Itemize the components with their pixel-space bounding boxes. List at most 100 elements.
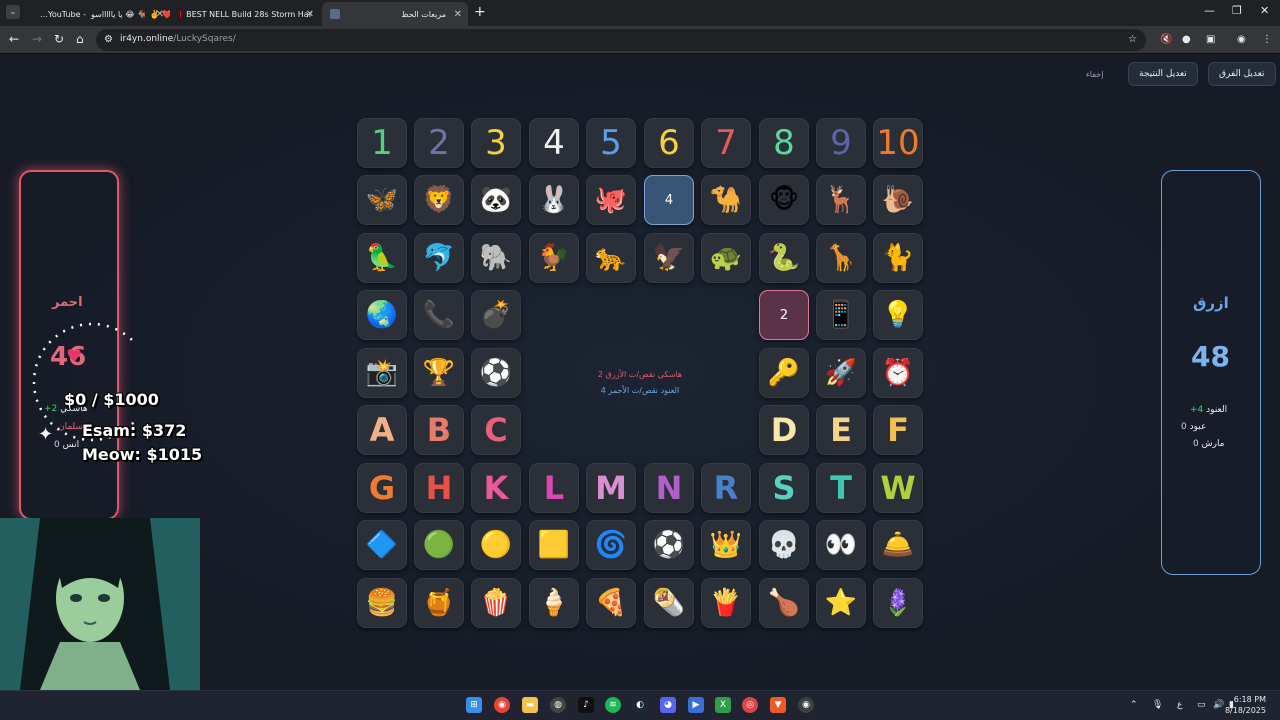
square-number-1[interactable]: 1 [357, 118, 407, 168]
square-emoji[interactable]: 🐢 [701, 233, 751, 283]
square-letter-G[interactable]: G [357, 463, 407, 513]
square-logo[interactable]: 🌀 [586, 520, 636, 570]
square-emoji[interactable]: 🐍 [759, 233, 809, 283]
menu-icon[interactable]: ⋮ [1262, 34, 1272, 45]
app-icon[interactable]: ▶ [688, 697, 704, 713]
square-logo[interactable]: 👀 [816, 520, 866, 570]
square-emoji[interactable]: 💣 [471, 290, 521, 340]
square-emoji[interactable]: 🐈 [873, 233, 923, 283]
square-emoji[interactable]: 📱 [816, 290, 866, 340]
square-letter-R[interactable]: R [701, 463, 751, 513]
square-number-3[interactable]: 3 [471, 118, 521, 168]
square-logo[interactable]: ⚽ [644, 520, 694, 570]
edit-score-button[interactable]: تعديل النتيجة [1128, 62, 1198, 86]
close-window-icon[interactable]: ✕ [1260, 4, 1269, 17]
square-emoji[interactable]: 🐘 [471, 233, 521, 283]
tab-youtube-2[interactable]: BEST NELL Build 28s Storm Har ✕ [172, 2, 320, 26]
home-icon[interactable]: ⌂ [76, 32, 84, 46]
square-letter-T[interactable]: T [816, 463, 866, 513]
square-letter-H[interactable]: H [414, 463, 464, 513]
square-emoji[interactable]: 🐼 [471, 175, 521, 225]
windows-start-icon[interactable]: ⊞ [466, 697, 482, 713]
square-opened-red[interactable]: 2 [759, 290, 809, 340]
minimize-icon[interactable]: — [1204, 4, 1215, 17]
square-logo[interactable]: 🛎️ [873, 520, 923, 570]
chrome-active-icon[interactable]: ◉ [798, 697, 814, 713]
square-food[interactable]: 🍿 [471, 578, 521, 628]
app-red-icon[interactable]: ◎ [742, 697, 758, 713]
square-food[interactable]: 🍦 [529, 578, 579, 628]
tiktok-icon[interactable]: ♪ [578, 697, 594, 713]
reload-icon[interactable]: ↻ [54, 32, 64, 46]
file-explorer-icon[interactable]: ▬ [522, 697, 538, 713]
square-emoji[interactable]: 📸 [357, 348, 407, 398]
steam-icon[interactable]: ◐ [632, 697, 648, 713]
square-number-6[interactable]: 6 [644, 118, 694, 168]
square-emoji[interactable]: 🐵 [759, 175, 809, 225]
system-clock[interactable]: 6:18 PM 8/18/2025 [1225, 694, 1266, 716]
network-icon[interactable]: ▭ [1197, 700, 1206, 710]
spotify-icon[interactable]: ≋ [605, 697, 621, 713]
forward-icon[interactable]: → [32, 32, 42, 46]
square-emoji[interactable]: 🦒 [816, 233, 866, 283]
omnibox[interactable] [96, 29, 1146, 51]
square-food[interactable]: 🪻 [873, 578, 923, 628]
square-emoji[interactable]: 🚀 [816, 348, 866, 398]
square-emoji[interactable]: 🐆 [586, 233, 636, 283]
square-emoji[interactable]: 🦁 [414, 175, 464, 225]
square-food[interactable]: 🌯 [644, 578, 694, 628]
square-food[interactable]: 🍔 [357, 578, 407, 628]
square-emoji[interactable]: 🐬 [414, 233, 464, 283]
square-logo[interactable]: 🟡 [471, 520, 521, 570]
square-emoji[interactable]: ⚽ [471, 348, 521, 398]
square-emoji[interactable]: 🦜 [357, 233, 407, 283]
brave-icon[interactable]: ▼ [770, 697, 786, 713]
square-number-8[interactable]: 8 [759, 118, 809, 168]
square-number-5[interactable]: 5 [586, 118, 636, 168]
discord-icon[interactable]: ◕ [660, 697, 676, 713]
square-logo[interactable]: 👑 [701, 520, 751, 570]
square-number-9[interactable]: 9 [816, 118, 866, 168]
square-emoji[interactable]: 🐪 [701, 175, 751, 225]
square-letter-S[interactable]: S [759, 463, 809, 513]
square-emoji[interactable]: 🦌 [816, 175, 866, 225]
square-emoji[interactable]: 🦋 [357, 175, 407, 225]
bookmark-star-icon[interactable]: ☆ [1128, 34, 1137, 45]
close-icon[interactable]: ✕ [454, 9, 462, 20]
profile-icon[interactable]: ◉ [1237, 34, 1246, 45]
mic-icon[interactable]: 🎙 [1152, 700, 1163, 710]
square-letter-F[interactable]: F [873, 405, 923, 455]
square-letter-M[interactable]: M [586, 463, 636, 513]
square-emoji[interactable]: 🔑 [759, 348, 809, 398]
square-letter-A[interactable]: A [357, 405, 407, 455]
hide-button[interactable]: إخفاء [1076, 62, 1113, 86]
maximize-icon[interactable]: ❐ [1232, 4, 1242, 17]
extension-icon[interactable]: ● [1182, 34, 1191, 45]
square-emoji[interactable]: 🏆 [414, 348, 464, 398]
puzzle-icon[interactable]: ▣ [1206, 34, 1215, 45]
obs-icon[interactable]: ◍ [550, 697, 566, 713]
square-emoji[interactable]: 📞 [414, 290, 464, 340]
square-letter-E[interactable]: E [816, 405, 866, 455]
site-info-icon[interactable]: ⚙ [104, 34, 113, 45]
excel-icon[interactable]: X [715, 697, 731, 713]
square-logo[interactable]: 🟨 [529, 520, 579, 570]
square-number-10[interactable]: 10 [873, 118, 923, 168]
square-food[interactable]: 🍯 [414, 578, 464, 628]
new-tab-button[interactable]: + [474, 4, 486, 20]
square-emoji[interactable]: 🐙 [586, 175, 636, 225]
square-food[interactable]: ⭐ [816, 578, 866, 628]
url-text[interactable]: ir4yn.online/LuckySqares/ [120, 34, 236, 44]
square-number-2[interactable]: 2 [414, 118, 464, 168]
square-emoji[interactable]: 💡 [873, 290, 923, 340]
language-indicator[interactable]: ع [1177, 700, 1182, 710]
close-icon[interactable]: ✕ [306, 9, 314, 20]
square-letter-B[interactable]: B [414, 405, 464, 455]
square-emoji[interactable]: 🐰 [529, 175, 579, 225]
close-icon[interactable]: ✕ [156, 9, 164, 20]
square-letter-W[interactable]: W [873, 463, 923, 513]
chrome-icon[interactable]: ◉ [494, 697, 510, 713]
square-emoji[interactable]: 🌏 [357, 290, 407, 340]
tab-search-button[interactable]: ⌄ [6, 5, 20, 19]
square-food[interactable]: 🍟 [701, 578, 751, 628]
